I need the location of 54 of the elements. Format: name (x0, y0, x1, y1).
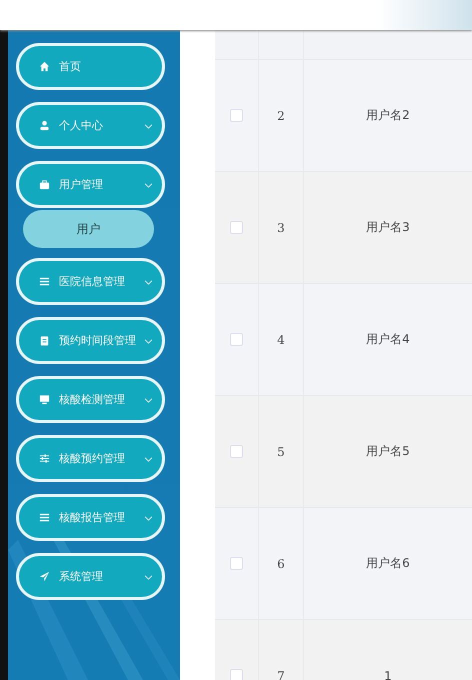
user-icon (39, 120, 50, 131)
menu-label: 个人中心 (59, 118, 103, 133)
row-index: 3 (277, 220, 285, 234)
username-cell: 1 (384, 668, 392, 680)
menu-label: 首页 (59, 59, 81, 74)
menu-item[interactable]: 预约时间段管理 (16, 317, 165, 364)
menu-item[interactable]: 核酸预约管理 (16, 435, 165, 482)
menu-item[interactable]: 系统管理 (16, 553, 165, 600)
menu-item[interactable]: 核酸报告管理 (16, 494, 165, 541)
menu-label: 用户管理 (59, 177, 103, 192)
row-checkbox[interactable] (230, 109, 243, 122)
username-cell: 用户名3 (366, 219, 410, 236)
row-index: 7 (277, 668, 285, 680)
chevron-icon (144, 575, 153, 580)
menu-item[interactable]: 个人中心 (16, 102, 165, 149)
menu-item[interactable]: 核酸检测管理 (16, 376, 165, 423)
paper-plane-icon (39, 571, 50, 582)
username-cell: 用户名5 (366, 443, 410, 460)
menu-label: 系统管理 (59, 569, 103, 584)
sliders-icon (39, 453, 50, 464)
home-icon (39, 61, 50, 72)
menu-label: 医院信息管理 (59, 274, 125, 289)
row-index: 4 (277, 332, 285, 346)
row-checkbox[interactable] (230, 221, 243, 234)
menu-label: 核酸报告管理 (59, 510, 125, 525)
list-icon (39, 276, 50, 287)
menu-item[interactable]: 用户管理 (16, 161, 165, 208)
menu-label: 核酸检测管理 (59, 392, 125, 407)
clipboard-icon (39, 335, 50, 346)
username-cell: 用户名2 (366, 107, 410, 124)
chevron-icon (144, 124, 153, 129)
chevron-icon (144, 516, 153, 521)
chevron-icon (144, 457, 153, 462)
list-icon (39, 512, 50, 523)
row-index: 5 (277, 444, 285, 458)
menu-item[interactable]: 首页 (16, 43, 165, 90)
row-checkbox[interactable] (230, 445, 243, 458)
row-index: 2 (277, 108, 285, 122)
row-checkbox[interactable] (230, 557, 243, 570)
row-checkbox[interactable] (230, 333, 243, 346)
username-cell: 用户名4 (366, 331, 410, 348)
row-checkbox[interactable] (230, 669, 243, 680)
username-cell: 用户名6 (366, 555, 410, 572)
menu-label: 核酸预约管理 (59, 451, 125, 466)
submenu-item[interactable]: 用户 (23, 210, 154, 248)
briefcase-icon (39, 179, 50, 190)
chevron-icon (144, 339, 153, 344)
chevron-icon (144, 280, 153, 285)
menu-label: 预约时间段管理 (59, 333, 136, 348)
chevron-icon (144, 398, 153, 403)
monitor-icon (39, 394, 50, 405)
chevron-icon (144, 183, 153, 188)
row-index: 6 (277, 556, 285, 570)
menu-item[interactable]: 医院信息管理 (16, 258, 165, 305)
